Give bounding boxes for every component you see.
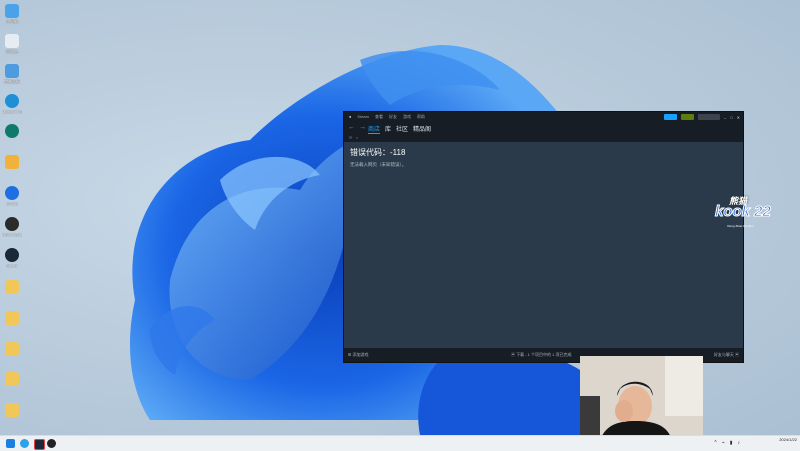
friends-chat-button[interactable]: 好友与聊天 ▣ bbox=[714, 352, 739, 358]
error-message: 无法载入网页（未知错误）。 bbox=[350, 162, 407, 167]
tab-store[interactable]: 商店 bbox=[368, 124, 381, 134]
desktop-icon-control-panel[interactable]: 控制面板 bbox=[2, 64, 22, 85]
desktop-icon-folder[interactable] bbox=[2, 342, 22, 356]
menu-item-help[interactable]: 帮助 bbox=[417, 113, 425, 121]
desktop-icon-label: 此电脑 bbox=[6, 19, 18, 24]
menu-item-steam[interactable]: Steam bbox=[357, 113, 369, 121]
store-notification-button[interactable] bbox=[663, 114, 677, 120]
recycle-bin-icon bbox=[5, 34, 19, 48]
app-icon bbox=[5, 155, 19, 169]
plus-icon: ⊞ bbox=[348, 352, 352, 357]
add-game-label: 添加游戏 bbox=[352, 352, 369, 357]
desktop-icon-edge[interactable]: Microsoft Edge bbox=[2, 94, 22, 114]
downloads-label: 下载 - 1 个项目中的 1 项已完成 bbox=[516, 352, 572, 357]
download-icon: ▣ bbox=[511, 352, 515, 357]
desktop-icon-folder[interactable] bbox=[2, 280, 22, 294]
steam-tabs: 商店 库 社区 精品阁 bbox=[368, 124, 431, 134]
desktop-icon-label: 回收站 bbox=[6, 49, 18, 54]
chat-icon: ▣ bbox=[735, 352, 739, 357]
folder-icon bbox=[5, 342, 19, 356]
watermark-logo: kook 22 bbox=[715, 203, 772, 221]
start-icon[interactable] bbox=[6, 439, 15, 448]
desktop-icon-label: KOOK bbox=[6, 201, 18, 206]
desktop-icon-app[interactable] bbox=[2, 124, 22, 139]
steam-logo-icon: ● bbox=[349, 114, 352, 119]
add-game-button[interactable]: ⊞ 添加游戏 bbox=[348, 352, 368, 358]
volume-icon[interactable]: ♪ bbox=[738, 440, 741, 446]
error-code-title: 错误代码：-118 bbox=[350, 148, 406, 157]
streamer-video bbox=[580, 356, 703, 441]
stream-watermark: 熊猫 kook 22 Xiong Zhao Kai Zhu bbox=[715, 194, 795, 234]
nav-arrows: ← → bbox=[348, 124, 366, 131]
desktop-icon-this-pc[interactable]: 此电脑 bbox=[2, 4, 22, 25]
steam-taskbar-icon[interactable] bbox=[34, 439, 45, 450]
desktop-icon-label: 控制面板 bbox=[4, 79, 20, 84]
notification-button[interactable] bbox=[680, 114, 694, 120]
kook-icon bbox=[5, 186, 19, 200]
tray-expand-icon[interactable]: ^ bbox=[714, 440, 716, 446]
obs-icon bbox=[5, 217, 19, 231]
clock-date: 2024/1/22 bbox=[779, 437, 797, 442]
steam-navbar: ← → 商店 库 社区 精品阁 bbox=[344, 122, 743, 134]
folder-icon bbox=[5, 372, 19, 386]
taskbar-clock[interactable]: 2024/1/22 bbox=[779, 437, 797, 443]
tab-community[interactable]: 社区 bbox=[396, 124, 408, 134]
folder-icon bbox=[5, 403, 19, 417]
desktop-icon-label: Steam bbox=[6, 263, 18, 268]
folder-icon bbox=[5, 280, 19, 294]
steam-menu: ● Steam 查看 好友 游戏 帮助 bbox=[349, 113, 425, 121]
steam-icon bbox=[5, 248, 19, 262]
network-icon[interactable]: ⌁ bbox=[722, 440, 725, 446]
back-arrow-icon[interactable]: ← bbox=[348, 124, 355, 131]
desktop-icon-obs[interactable]: OBS Studio bbox=[2, 217, 22, 237]
edge-icon bbox=[5, 94, 19, 108]
desktop-icon-folder[interactable] bbox=[2, 311, 22, 325]
desktop-icon-folder[interactable] bbox=[2, 372, 22, 386]
lock-icon: ▪ bbox=[356, 135, 358, 140]
computer-icon bbox=[5, 4, 19, 18]
titlebar-controls: – □ ✕ bbox=[663, 113, 740, 121]
system-tray: ^ ⌁ ▮ ♪ bbox=[714, 440, 740, 446]
close-icon[interactable]: ✕ bbox=[737, 115, 740, 120]
desktop-icon-label: Microsoft Edge bbox=[2, 109, 22, 114]
maximize-icon[interactable]: □ bbox=[730, 115, 732, 120]
control-panel-icon bbox=[5, 64, 19, 78]
steam-titlebar[interactable]: ● Steam 查看 好友 游戏 帮助 – □ ✕ bbox=[344, 112, 743, 122]
watermark-sub: Xiong Zhao Kai Zhu bbox=[727, 224, 754, 228]
steam-window[interactable]: ● Steam 查看 好友 游戏 帮助 – □ ✕ ← → 商店 库 社区 精品… bbox=[343, 111, 744, 363]
forward-arrow-icon[interactable]: → bbox=[359, 124, 366, 131]
desktop-icon-kook[interactable]: KOOK bbox=[2, 186, 22, 206]
minimize-icon[interactable]: – bbox=[724, 115, 726, 120]
tab-featured[interactable]: 精品阁 bbox=[413, 124, 431, 134]
folder-icon bbox=[5, 311, 19, 325]
desktop-icon-label: OBS Studio bbox=[2, 232, 22, 237]
desktop-icon-steam[interactable]: Steam bbox=[2, 248, 22, 268]
taskbar: ^ ⌁ ▮ ♪ 2024/1/22 bbox=[0, 435, 800, 451]
desktop-icon-app[interactable] bbox=[2, 155, 22, 170]
battery-icon[interactable]: ▮ bbox=[730, 440, 733, 446]
menu-item-view[interactable]: 查看 bbox=[375, 113, 383, 121]
webcam-overlay bbox=[580, 356, 703, 441]
downloads-status[interactable]: ▣ 下载 - 1 个项目中的 1 项已完成 bbox=[511, 352, 571, 358]
obs-taskbar-icon[interactable] bbox=[47, 439, 56, 448]
desktop-icon-folder[interactable] bbox=[2, 403, 22, 417]
menu-item-friends[interactable]: 好友 bbox=[389, 113, 397, 121]
refresh-icon[interactable]: ⟳ bbox=[349, 135, 352, 140]
store-content: 错误代码：-118 无法载入网页（未知错误）。 bbox=[344, 142, 743, 347]
desktop: 此电脑 回收站 控制面板 Microsoft Edge KOOK OBS Stu… bbox=[0, 0, 800, 451]
desktop-icon-recycle-bin[interactable]: 回收站 bbox=[2, 34, 22, 55]
edge-taskbar-icon[interactable] bbox=[20, 439, 29, 448]
menu-item-games[interactable]: 游戏 bbox=[403, 113, 411, 121]
friends-chat-label: 好友与聊天 bbox=[713, 352, 734, 357]
url-bar: ⟳ ▪ bbox=[344, 134, 743, 142]
tab-library[interactable]: 库 bbox=[385, 124, 391, 134]
account-button[interactable] bbox=[697, 114, 720, 120]
app-icon bbox=[5, 124, 19, 138]
